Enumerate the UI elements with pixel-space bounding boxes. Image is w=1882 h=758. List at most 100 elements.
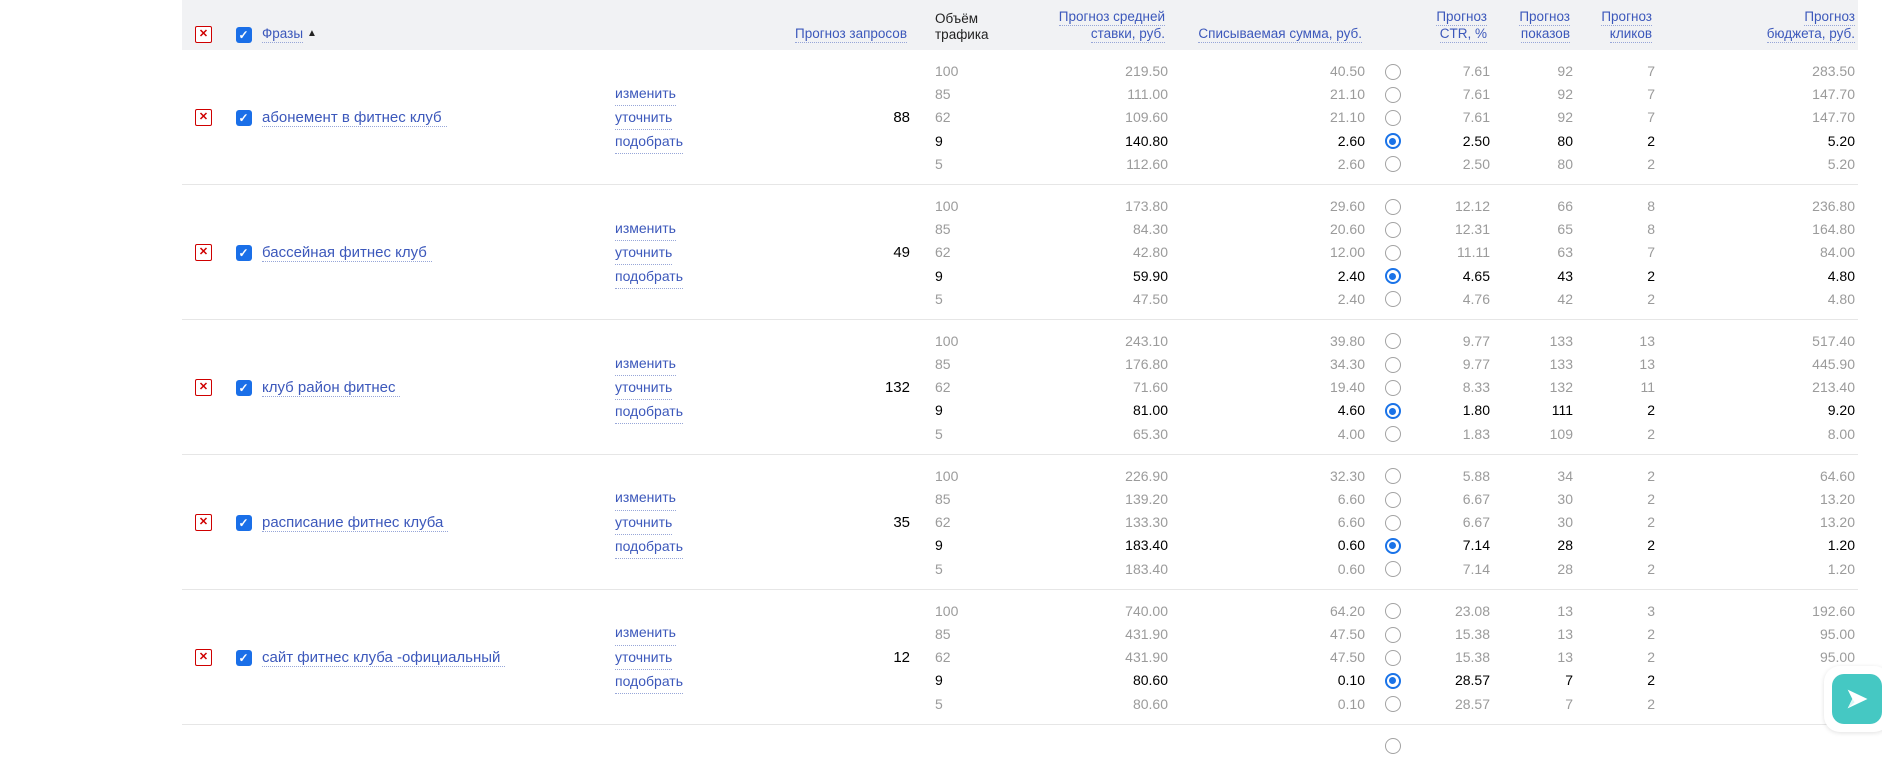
pick-phrase-link[interactable]: подобрать <box>615 265 683 289</box>
traffic-volume-radio[interactable] <box>1385 110 1401 126</box>
delete-phrase-icon[interactable]: ✕ <box>195 514 212 531</box>
writeoff-sum-value: 2.40 <box>1168 288 1365 311</box>
avg-bid-value: 59.90 <box>1010 265 1168 288</box>
edit-phrase-link[interactable]: изменить <box>615 352 676 376</box>
delete-phrase-icon[interactable]: ✕ <box>195 244 212 261</box>
phrase-link[interactable]: бассейная фитнес клуб <box>262 244 432 262</box>
traffic-volume-radio[interactable] <box>1385 538 1401 554</box>
budget-header-link[interactable]: Прогнозбюджета, руб. <box>1767 9 1855 41</box>
traffic-volume-radio[interactable] <box>1385 245 1401 261</box>
budget-forecast-value: 1.20 <box>1655 534 1858 557</box>
traffic-volume-radio[interactable] <box>1385 515 1401 531</box>
chat-widget-button[interactable] <box>1824 666 1882 732</box>
writeoff-sum-value: 6.60 <box>1168 488 1365 511</box>
pick-phrase-link[interactable]: подобрать <box>615 400 683 424</box>
traffic-volume-radio[interactable] <box>1385 696 1401 712</box>
ctr-forecast-value: 12.31 <box>1420 218 1490 241</box>
traffic-volume-radio[interactable] <box>1385 268 1401 284</box>
refine-phrase-link[interactable]: уточнить <box>615 646 672 670</box>
refine-phrase-link[interactable]: уточнить <box>615 106 672 130</box>
traffic-volume-radio[interactable] <box>1385 492 1401 508</box>
queries-forecast-value: 88 <box>710 60 910 176</box>
edit-phrase-link[interactable]: изменить <box>615 486 676 510</box>
phrases-sort-link[interactable]: Фразы <box>262 26 303 41</box>
traffic-volume-radio[interactable] <box>1385 627 1401 643</box>
ctr-forecast-value: 23.08 <box>1420 600 1490 623</box>
traffic-volume-radio[interactable] <box>1385 357 1401 373</box>
phrase-checkbox[interactable]: ✓ <box>236 110 252 126</box>
ctr-header-link[interactable]: ПрогнозCTR, % <box>1436 9 1487 41</box>
refine-phrase-link[interactable]: уточнить <box>615 241 672 265</box>
traffic-volume-radio[interactable] <box>1385 333 1401 349</box>
traffic-volume-radio[interactable] <box>1385 468 1401 484</box>
traffic-volume-radio[interactable] <box>1385 222 1401 238</box>
traffic-volume-value: 5 <box>910 558 1010 581</box>
edit-phrase-link[interactable]: изменить <box>615 82 676 106</box>
select-all-checkbox[interactable]: ✓ <box>236 27 252 43</box>
phrase-checkbox[interactable]: ✓ <box>236 515 252 531</box>
delete-phrase-icon[interactable]: ✕ <box>195 379 212 396</box>
delete-cell: ✕ <box>182 330 225 446</box>
header-line: Прогноз <box>1436 9 1487 26</box>
traffic-volume-radio[interactable] <box>1385 561 1401 577</box>
avg-bid-value: 81.00 <box>1010 399 1168 422</box>
traffic-volume-radio[interactable] <box>1385 64 1401 80</box>
writeoff-sum-value: 34.30 <box>1168 353 1365 376</box>
delete-phrase-icon[interactable]: ✕ <box>195 109 212 126</box>
refine-phrase-link[interactable]: уточнить <box>615 511 672 535</box>
delete-phrase-icon[interactable]: ✕ <box>195 649 212 666</box>
clicks-header-link[interactable]: Прогнозкликов <box>1601 9 1652 41</box>
traffic-volume-radio[interactable] <box>1385 426 1401 442</box>
queries-header-link[interactable]: Прогноз запросов <box>795 26 907 41</box>
avg-bid-header-link[interactable]: Прогноз среднейставки, руб. <box>1059 9 1165 41</box>
budget-forecast-value: 95.00 <box>1655 623 1858 646</box>
refine-phrase-link[interactable]: уточнить <box>615 376 672 400</box>
traffic-volume-value: 62 <box>910 376 1010 399</box>
delete-cell: ✕ <box>182 465 225 581</box>
traffic-volume-radio[interactable] <box>1385 156 1401 172</box>
delete-all-icon[interactable]: ✕ <box>195 26 212 43</box>
pick-phrase-link[interactable]: подобрать <box>615 670 683 694</box>
phrase-checkbox[interactable]: ✓ <box>236 650 252 666</box>
avg-bid-value: 176.80 <box>1010 353 1168 376</box>
traffic-volume-radio[interactable] <box>1385 133 1401 149</box>
phrase-link[interactable]: абонемент в фитнес клуб <box>262 109 447 127</box>
phrase-actions: изменить уточнить подобрать <box>615 600 710 716</box>
impressions-forecast-value: 63 <box>1490 241 1573 264</box>
ctr-forecast-value: 6.67 <box>1420 488 1490 511</box>
phrase-link[interactable]: сайт фитнес клуба -официальный <box>262 649 505 667</box>
traffic-volume-radio[interactable] <box>1385 380 1401 396</box>
impressions-forecast-value: 43 <box>1490 265 1573 288</box>
keyword-row: ✕ ✓ сайт фитнес клуба -официальный измен… <box>182 590 1858 725</box>
traffic-volume-radio[interactable] <box>1385 673 1401 689</box>
clicks-forecast-value: 2 <box>1573 534 1655 557</box>
phrase-link[interactable]: клуб район фитнес <box>262 379 400 397</box>
traffic-volume-radio[interactable] <box>1385 603 1401 619</box>
pick-phrase-link[interactable]: подобрать <box>615 130 683 154</box>
traffic-volume-radio[interactable] <box>1385 650 1401 666</box>
traffic-volume-radio[interactable] <box>1385 199 1401 215</box>
avg-bid-value: 740.00 <box>1010 600 1168 623</box>
radio-cell <box>1365 288 1420 311</box>
writeoff-sum-value: 12.00 <box>1168 241 1365 264</box>
pick-phrase-link[interactable]: подобрать <box>615 535 683 559</box>
impressions-header-link[interactable]: Прогнозпоказов <box>1519 9 1570 41</box>
traffic-volume-value: 9 <box>910 534 1010 557</box>
edit-phrase-link[interactable]: изменить <box>615 621 676 645</box>
header-budget: Прогнозбюджета, руб. <box>1655 9 1858 50</box>
clicks-forecast-value: 7 <box>1573 60 1655 83</box>
phrase-checkbox[interactable]: ✓ <box>236 380 252 396</box>
writeoff-header-link[interactable]: Списываемая сумма, руб. <box>1198 26 1362 41</box>
avg-bid-value: 84.30 <box>1010 218 1168 241</box>
avg-bid-value: 111.00 <box>1010 83 1168 106</box>
traffic-volume-radio[interactable] <box>1385 87 1401 103</box>
traffic-volume-radio[interactable] <box>1385 291 1401 307</box>
phrase-checkbox[interactable]: ✓ <box>236 245 252 261</box>
writeoff-sum-value: 0.60 <box>1168 534 1365 557</box>
queries-forecast-value: 35 <box>710 465 910 581</box>
radio-cell <box>1365 488 1420 511</box>
impressions-forecast-value: 133 <box>1490 330 1573 353</box>
traffic-volume-radio[interactable] <box>1385 403 1401 419</box>
edit-phrase-link[interactable]: изменить <box>615 217 676 241</box>
phrase-link[interactable]: расписание фитнес клуба <box>262 514 448 532</box>
